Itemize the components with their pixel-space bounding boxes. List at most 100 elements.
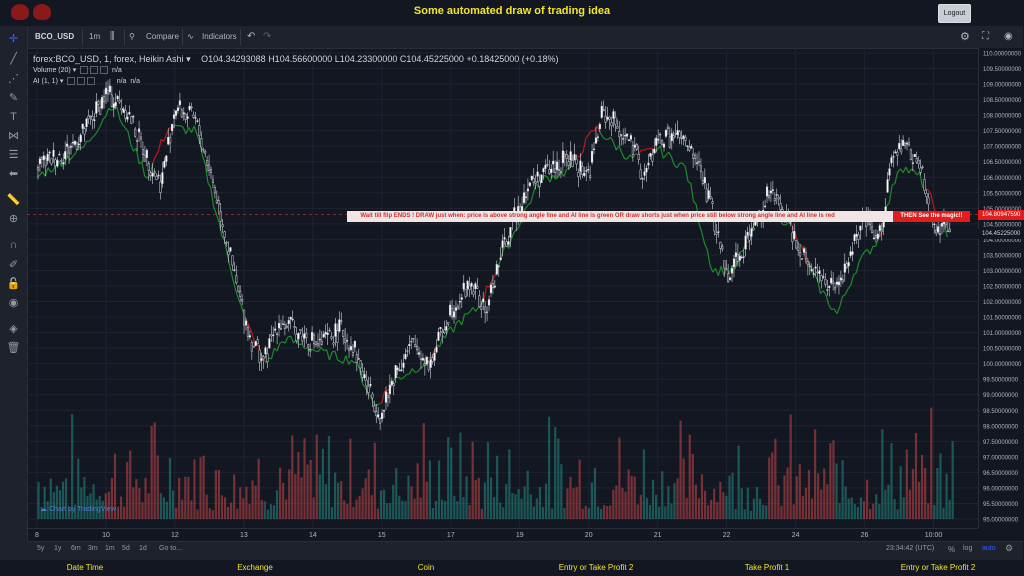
candle-body: [627, 139, 631, 141]
indicators-icon[interactable]: ∿: [187, 26, 194, 48]
ai-line-segment: [497, 260, 501, 269]
settings-icon[interactable]: [90, 66, 99, 75]
tradingview-watermark[interactable]: ☁ Chart by TradingView: [40, 505, 116, 513]
candle-body: [377, 414, 380, 418]
volume-bar: [541, 506, 545, 519]
fib-tool-icon[interactable]: ⋰: [6, 72, 21, 87]
settings-gear-icon[interactable]: ⚙: [960, 26, 970, 48]
volume-bar: [471, 441, 474, 519]
volume-value: n/a: [112, 67, 122, 74]
candle-body: [445, 326, 448, 331]
annotation-banner[interactable]: Wait till flip ENDS ! DRAW just when: pr…: [347, 211, 970, 222]
range-button-3m[interactable]: 3m: [88, 545, 98, 552]
candle-body: [367, 386, 370, 394]
candle-body: [79, 134, 82, 143]
candle-body: [534, 181, 537, 184]
candle-body: [723, 260, 726, 269]
range-button-6m[interactable]: 6m: [71, 545, 81, 552]
main-series-legend[interactable]: forex:BCO_USD, 1, forex, Heikin Ashi ▾ O…: [33, 54, 559, 65]
compare-button[interactable]: Compare: [146, 26, 179, 48]
candle-body: [797, 246, 800, 252]
trash-icon[interactable]: 🗑: [6, 341, 21, 356]
candle-body: [839, 277, 842, 281]
candle-body: [487, 299, 491, 306]
logout-button[interactable]: Logout: [938, 4, 971, 23]
fullscreen-icon[interactable]: ⛶: [982, 26, 989, 48]
close-icon[interactable]: [100, 66, 109, 75]
indicators-button[interactable]: Indicators: [202, 26, 237, 48]
brush-icon[interactable]: ✎: [6, 91, 21, 106]
candle-body: [575, 158, 578, 165]
trend-line-icon[interactable]: ╱: [6, 52, 21, 67]
text-tool-icon[interactable]: T: [6, 110, 21, 125]
ai-line-segment: [461, 313, 466, 326]
auto-toggle[interactable]: auto: [982, 545, 996, 552]
candle-body: [91, 116, 94, 120]
range-button-5y[interactable]: 5y: [37, 545, 44, 552]
eye-icon[interactable]: [80, 66, 89, 75]
candle-body: [243, 309, 246, 326]
annotation-highlight[interactable]: THEN See the magic!!: [893, 211, 970, 222]
crosshair-icon[interactable]: ✛: [6, 32, 21, 47]
symbol-selector[interactable]: BCO_USD: [35, 26, 74, 48]
lock-drawing-icon[interactable]: ✐: [6, 258, 21, 273]
ai-line-segment: [42, 171, 46, 177]
ai-line-segment: [483, 285, 488, 301]
log-toggle[interactable]: log: [963, 545, 972, 552]
lock-icon[interactable]: 🔓: [6, 277, 21, 292]
chart-type-icon[interactable]: ⫼: [110, 26, 115, 48]
eye-icon[interactable]: ◉: [6, 296, 21, 311]
layers-icon[interactable]: ◈: [6, 322, 21, 337]
candle-body: [394, 365, 397, 378]
axis-settings-gear-icon[interactable]: ⚙: [1005, 543, 1013, 554]
redo-icon[interactable]: ↷: [263, 26, 271, 48]
ruler-icon[interactable]: 📏: [6, 193, 21, 208]
close-icon[interactable]: [87, 77, 96, 86]
time-tick-label: 10:00: [925, 532, 943, 539]
camera-icon[interactable]: ◉: [1004, 26, 1013, 48]
undo-icon[interactable]: ↶: [247, 26, 255, 48]
price-tick-label: 102.50000000: [983, 285, 1022, 291]
candle-body: [301, 335, 304, 342]
compare-icon[interactable]: ⚲: [129, 26, 135, 48]
arrow-back-icon[interactable]: ⬅: [6, 167, 21, 182]
prediction-tool-icon[interactable]: ☰: [6, 148, 21, 163]
pattern-tool-icon[interactable]: ⋈: [6, 129, 21, 144]
range-button-1y[interactable]: 1y: [54, 545, 61, 552]
volume-legend[interactable]: Volume (20) ▾ n/a: [33, 66, 122, 75]
magnet-icon[interactable]: ∩: [6, 238, 21, 253]
ai-line-segment: [886, 202, 890, 207]
percent-toggle[interactable]: %: [948, 545, 955, 554]
volume-bar: [248, 503, 251, 519]
candle-body: [419, 358, 423, 360]
candle-body: [561, 150, 564, 164]
ai-line-segment: [693, 201, 697, 205]
volume-bar: [257, 458, 260, 519]
candle-body: [921, 166, 924, 169]
range-button-1m[interactable]: 1m: [105, 545, 115, 552]
volume-bar: [437, 460, 441, 519]
ai-legend[interactable]: AI (1, 1) ▾ n/a n/a: [33, 77, 140, 86]
volume-bar: [459, 432, 462, 519]
ai-line-segment: [276, 343, 281, 352]
volume-bar: [499, 502, 502, 519]
candle-body: [223, 231, 226, 238]
range-button-5d[interactable]: 5d: [122, 545, 130, 552]
ai-line-segment: [204, 163, 209, 184]
range-button-1d[interactable]: 1d: [139, 545, 147, 552]
goto-date-button[interactable]: Go to...: [159, 545, 182, 552]
candle-body: [653, 148, 656, 154]
eye-icon[interactable]: [67, 77, 76, 86]
volume-bar: [896, 509, 899, 519]
price-chart[interactable]: [27, 48, 978, 528]
volume-bar: [865, 479, 869, 519]
candle-body: [50, 157, 53, 165]
candle-body: [36, 167, 40, 171]
candle-body: [285, 325, 288, 328]
settings-icon[interactable]: [77, 77, 86, 86]
interval-selector[interactable]: 1m: [89, 26, 100, 48]
candle-body: [629, 135, 632, 140]
zoom-in-icon[interactable]: ⊕: [6, 212, 21, 227]
volume-bar: [425, 481, 428, 519]
volume-bar: [340, 480, 343, 519]
